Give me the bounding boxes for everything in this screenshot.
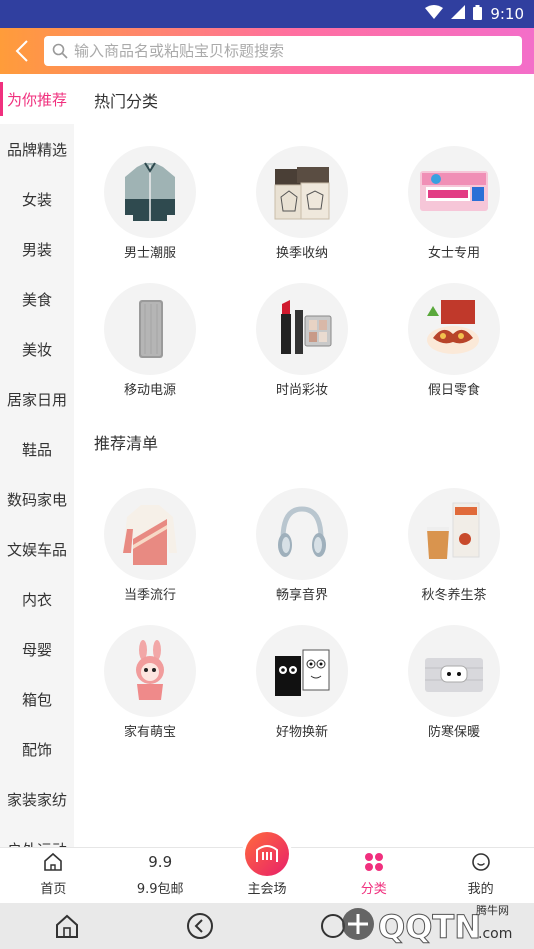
category-item[interactable]: 家有萌宝: [74, 625, 226, 740]
category-sidebar: 为你推荐 品牌精选 女装 男装 美食 美妆 居家日用 鞋品 数码家电 文娱车品 …: [0, 74, 74, 847]
category-label: 时尚彩妆: [275, 383, 328, 398]
top-header: [0, 28, 534, 74]
category-label: 当季流行: [123, 588, 176, 603]
wifi-icon: [425, 5, 444, 23]
sidebar-item-brand[interactable]: 品牌精选: [0, 124, 74, 174]
tab-mine[interactable]: 我的: [427, 848, 534, 903]
sidebar-item-outdoor[interactable]: 户外运动: [0, 824, 74, 848]
headphones-icon: [256, 488, 348, 580]
category-item[interactable]: 好物换新: [226, 625, 378, 740]
category-item[interactable]: 女士专用: [378, 146, 530, 261]
hot-grid: 男士潮服 换季收纳 女士专用 移动电源 时尚彩妆 假日零食: [74, 146, 534, 398]
snack-icon: [408, 283, 500, 375]
recommend-grid: 当季流行 畅享音界 秋冬养生茶 家有萌宝 好物换新 防寒保暖: [74, 488, 534, 740]
category-label: 防寒保暖: [427, 725, 480, 740]
category-item[interactable]: 移动电源: [74, 283, 226, 398]
category-item[interactable]: 秋冬养生茶: [378, 488, 530, 603]
sidebar-item-men[interactable]: 男装: [0, 224, 74, 274]
sweater-icon: [104, 488, 196, 580]
sidebar-item-entertainment[interactable]: 文娱车品: [0, 524, 74, 574]
circle-icon: [321, 914, 345, 938]
tab-category[interactable]: 分类: [320, 848, 427, 903]
section-title-recommend: 推荐清单: [94, 434, 159, 453]
search-box[interactable]: [44, 36, 522, 66]
sidebar-item-underwear[interactable]: 内衣: [0, 574, 74, 624]
profile-icon: [471, 850, 491, 874]
sidebar-item-accessories[interactable]: 配饰: [0, 724, 74, 774]
category-label: 女士专用: [427, 246, 480, 261]
electric-blanket-icon: [408, 625, 500, 717]
category-label: 移动电源: [123, 383, 176, 398]
sidebar-item-home-textile[interactable]: 家装家纺: [0, 774, 74, 824]
jacket-icon: [104, 146, 196, 238]
sidebar-item-makeup[interactable]: 美妆: [0, 324, 74, 374]
lipstick-icon: [256, 283, 348, 375]
storage-box-icon: [256, 146, 348, 238]
clock-time: 9:10: [490, 5, 524, 23]
double-eleven-icon: [244, 832, 289, 876]
bottom-tab-bar: 首页 9.9 9.9包邮 主会场 分类 我的: [0, 832, 534, 903]
category-item[interactable]: 时尚彩妆: [226, 283, 378, 398]
category-label: 家有萌宝: [123, 725, 176, 740]
search-icon: [52, 43, 68, 59]
category-item[interactable]: 防寒保暖: [378, 625, 530, 740]
sidebar-item-baby[interactable]: 母婴: [0, 624, 74, 674]
category-label: 换季收纳: [275, 246, 328, 261]
back-button[interactable]: [0, 28, 44, 74]
house-icon: [56, 914, 78, 938]
sidebar-item-bags[interactable]: 箱包: [0, 674, 74, 724]
category-label: 畅享音界: [275, 588, 328, 603]
power-bank-icon: [104, 283, 196, 375]
section-title-hot: 热门分类: [94, 92, 159, 111]
category-label: 男士潮服: [123, 246, 176, 261]
category-item[interactable]: 畅享音界: [226, 488, 378, 603]
signal-icon: [451, 5, 466, 23]
sidebar-item-digital[interactable]: 数码家电: [0, 474, 74, 524]
category-content: 热门分类 男士潮服 换季收纳 女士专用 移动电源 时尚彩妆 假日零食 推荐清单 …: [74, 74, 534, 847]
candle-icon: [256, 625, 348, 717]
nav-back-button[interactable]: [185, 911, 215, 941]
category-label: 好物换新: [275, 725, 328, 740]
search-input[interactable]: [74, 42, 514, 60]
tab-nine-nine[interactable]: 9.9 9.9包邮: [107, 848, 214, 903]
category-item[interactable]: 男士潮服: [74, 146, 226, 261]
tea-icon: [408, 488, 500, 580]
category-item[interactable]: 假日零食: [378, 283, 530, 398]
home-icon: [43, 850, 63, 874]
tab-main-venue[interactable]: 主会场: [214, 832, 321, 903]
sidebar-item-food[interactable]: 美食: [0, 274, 74, 324]
bunny-toy-icon: [104, 625, 196, 717]
category-item[interactable]: 当季流行: [74, 488, 226, 603]
sanitary-pad-icon: [408, 146, 500, 238]
nav-home-button[interactable]: [52, 911, 82, 941]
chevron-left-icon: [15, 40, 28, 62]
category-label: 秋冬养生茶: [421, 588, 487, 603]
category-label: 假日零食: [427, 383, 480, 398]
system-nav-bar: [0, 903, 534, 949]
sidebar-item-shoes[interactable]: 鞋品: [0, 424, 74, 474]
category-item[interactable]: 换季收纳: [226, 146, 378, 261]
battery-icon: [473, 4, 483, 24]
status-bar: 9:10: [0, 0, 534, 28]
category-grid-icon: [364, 850, 384, 874]
sidebar-item-recommend[interactable]: 为你推荐: [0, 74, 74, 124]
tab-home[interactable]: 首页: [0, 848, 107, 903]
circle-back-icon: [187, 913, 213, 939]
nine-nine-icon: 9.9: [148, 853, 173, 871]
sidebar-item-household[interactable]: 居家日用: [0, 374, 74, 424]
sidebar-item-women[interactable]: 女装: [0, 174, 74, 224]
nav-recent-button[interactable]: [318, 911, 348, 941]
